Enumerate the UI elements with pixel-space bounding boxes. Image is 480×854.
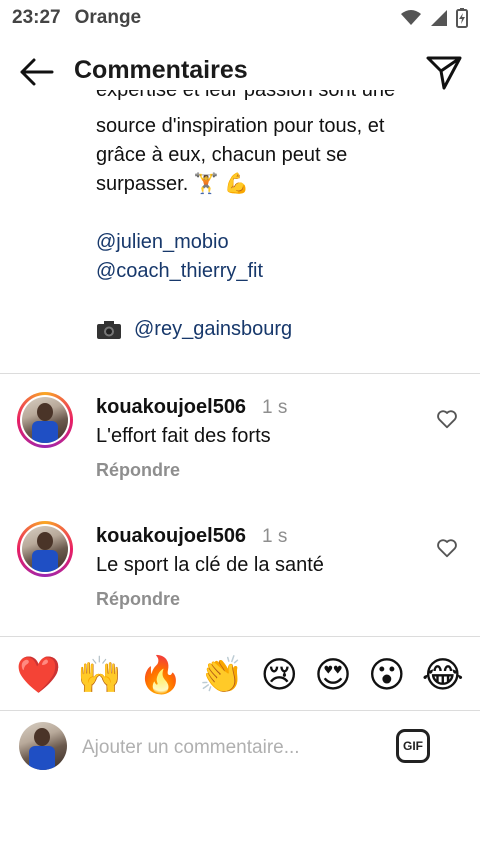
status-bar: 23:27 Orange [0, 0, 480, 36]
divider [0, 373, 480, 374]
divider [0, 636, 480, 637]
photo-credit-link[interactable]: @rey_gainsbourg [134, 315, 292, 344]
reply-button[interactable]: Répondre [96, 589, 180, 610]
avatar[interactable] [17, 521, 73, 577]
emoji-raised-hands-button[interactable]: 🙌 [77, 654, 122, 698]
avatar [19, 722, 67, 770]
wifi-icon [401, 10, 421, 25]
status-time: 23:27 [12, 7, 61, 28]
comment-text: Le sport la clé de la santé [96, 554, 324, 576]
caption-cut-line: expertise et leur passion sont une [96, 90, 396, 101]
comment-input[interactable] [82, 734, 382, 762]
avatar[interactable] [17, 392, 73, 448]
emoji-heart-button[interactable]: ❤️ [16, 654, 61, 698]
emoji-surprised-button[interactable]: 😮 [368, 654, 406, 698]
battery-icon [456, 8, 468, 28]
divider [0, 710, 480, 711]
post-caption: expertise et leur passion sont une sourc… [96, 90, 456, 344]
emoji-heart-eyes-button[interactable]: 😍 [314, 654, 352, 698]
camera-icon [97, 320, 121, 339]
mention-link[interactable]: @coach_thierry_fit [96, 257, 456, 286]
comment-time: 1 s [262, 526, 288, 547]
back-arrow-icon[interactable] [16, 54, 56, 90]
heart-icon[interactable] [436, 537, 458, 559]
comment-composer: GIF [0, 712, 480, 782]
comment-item: kouakoujoel506 1 s L'effort fait des for… [0, 390, 480, 500]
photo-credit: @rey_gainsbourg [96, 315, 456, 344]
comment-text: L'effort fait des forts [96, 425, 271, 447]
emoji-laughing-button[interactable]: 😂 [422, 654, 464, 698]
emoji-reaction-bar: ❤️ 🙌 🔥 👏 😢 😍 😮 😂 [0, 648, 480, 704]
heart-icon[interactable] [436, 408, 458, 430]
page-title: Commentaires [74, 56, 248, 84]
comment-item: kouakoujoel506 1 s Le sport la clé de la… [0, 519, 480, 629]
caption-line: surpasser. 🏋️ 💪 [96, 173, 250, 195]
emoji-fire-button[interactable]: 🔥 [138, 654, 183, 698]
gif-button[interactable]: GIF [396, 729, 430, 763]
send-icon[interactable] [424, 52, 464, 92]
comment-time: 1 s [262, 397, 288, 418]
status-carrier: Orange [74, 7, 142, 28]
mention-link[interactable]: @julien_mobio [96, 228, 456, 257]
caption-line: grâce à eux, chacun peut se [96, 144, 348, 166]
caption-line: source d'inspiration pour tous, et [96, 115, 385, 137]
signal-icon [431, 10, 447, 26]
comment-username[interactable]: kouakoujoel506 [96, 525, 246, 548]
reply-button[interactable]: Répondre [96, 460, 180, 481]
comment-username[interactable]: kouakoujoel506 [96, 396, 246, 419]
emoji-clap-button[interactable]: 👏 [199, 654, 244, 698]
emoji-crying-button[interactable]: 😢 [260, 654, 298, 698]
